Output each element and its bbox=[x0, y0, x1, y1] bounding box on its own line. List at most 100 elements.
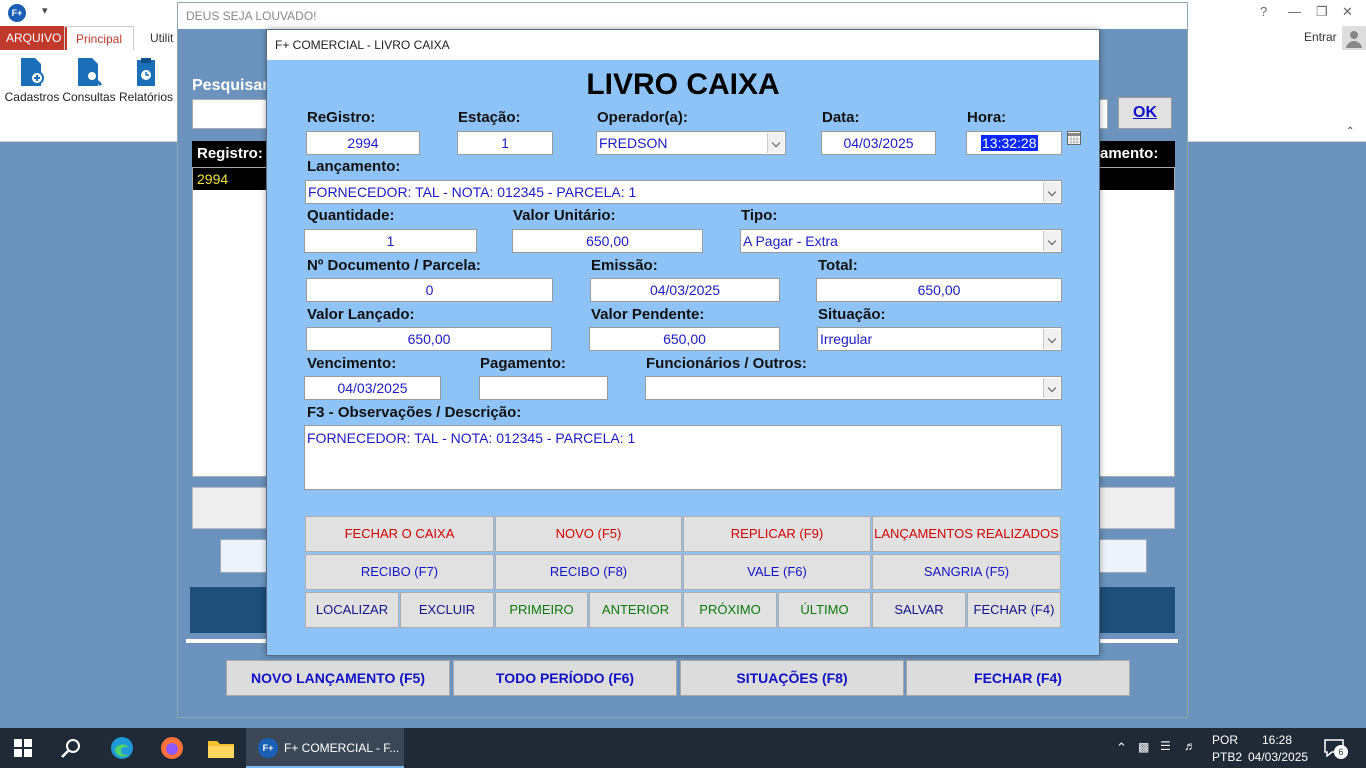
hora-field[interactable]: 13:32:28 bbox=[966, 131, 1062, 155]
data-label: Data: bbox=[822, 109, 860, 126]
chevron-down-icon[interactable] bbox=[1043, 329, 1060, 349]
language-bottom[interactable]: PTB2 bbox=[1212, 750, 1242, 764]
document-add-icon bbox=[21, 58, 44, 86]
pagamento-label: Pagamento: bbox=[480, 355, 566, 372]
valor-pendente-field[interactable]: 650,00 bbox=[589, 327, 780, 351]
tab-arquivo[interactable]: ARQUIVO bbox=[0, 26, 68, 50]
novo-button[interactable]: NOVO (F5) bbox=[495, 516, 682, 552]
localizar-button[interactable]: LOCALIZAR bbox=[305, 592, 399, 628]
valor-lancado-field[interactable]: 650,00 bbox=[306, 327, 552, 351]
data-field[interactable]: 04/03/2025 bbox=[821, 131, 936, 155]
search-icon[interactable] bbox=[60, 737, 82, 764]
file-explorer-icon[interactable] bbox=[208, 738, 234, 763]
consultas-button[interactable]: Consultas bbox=[61, 56, 117, 126]
quantidade-label: Quantidade: bbox=[307, 207, 395, 224]
ok-button[interactable]: OK bbox=[1118, 97, 1172, 129]
row-registro: 2994 bbox=[197, 171, 229, 187]
fechar-bg-button[interactable]: FECHAR (F4) bbox=[906, 660, 1130, 696]
edge-icon[interactable] bbox=[110, 736, 134, 765]
chevron-down-icon[interactable] bbox=[1043, 378, 1060, 398]
calendar-icon[interactable] bbox=[1067, 131, 1081, 145]
document-search-icon bbox=[78, 58, 103, 87]
estacao-field[interactable]: 1 bbox=[457, 131, 553, 155]
tray-chevron-up-icon[interactable]: ⌃ bbox=[1116, 740, 1127, 756]
network-icon[interactable]: ▩ bbox=[1138, 740, 1149, 754]
valor-unitario-field[interactable]: 650,00 bbox=[512, 229, 703, 253]
search-input[interactable] bbox=[192, 99, 272, 129]
valor-unitario-label: Valor Unitário: bbox=[513, 207, 616, 224]
relatorios-button[interactable]: Relatórios bbox=[118, 56, 174, 126]
clock-date[interactable]: 04/03/2025 bbox=[1248, 750, 1308, 764]
minimize-icon[interactable]: — bbox=[1288, 4, 1301, 19]
clock-time[interactable]: 16:28 bbox=[1262, 733, 1292, 747]
volume-icon[interactable]: ♬ bbox=[1184, 739, 1196, 753]
total-field[interactable]: 650,00 bbox=[816, 278, 1062, 302]
quick-access-icon[interactable]: ▾ bbox=[42, 4, 48, 17]
taskbar-app-fcomercial[interactable]: F+ F+ COMERCIAL - F... bbox=[246, 728, 404, 768]
situacao-value: Irregular bbox=[820, 331, 873, 347]
notification-count: 6 bbox=[1334, 745, 1348, 759]
sangria-button[interactable]: SANGRIA (F5) bbox=[872, 554, 1061, 590]
chevron-down-icon[interactable] bbox=[1043, 182, 1060, 202]
documento-field[interactable]: 0 bbox=[306, 278, 553, 302]
valor-lancado-label: Valor Lançado: bbox=[307, 306, 415, 323]
emissao-field[interactable]: 04/03/2025 bbox=[590, 278, 780, 302]
operador-select[interactable]: FREDSON bbox=[596, 131, 786, 155]
taskbar: F+ F+ COMERCIAL - F... ⌃ ▩ ☰ ♬ POR PTB2 … bbox=[0, 728, 1366, 768]
app-logo-icon: F+ bbox=[8, 4, 26, 22]
vale-button[interactable]: VALE (F6) bbox=[683, 554, 871, 590]
recibo-f7-button[interactable]: RECIBO (F7) bbox=[305, 554, 494, 590]
todo-periodo-button[interactable]: TODO PERÍODO (F6) bbox=[453, 660, 677, 696]
lancamento-select[interactable]: FORNECEDOR: TAL - NOTA: 012345 - PARCELA… bbox=[305, 180, 1062, 204]
funcionarios-select[interactable] bbox=[645, 376, 1062, 400]
chevron-down-icon[interactable] bbox=[1043, 231, 1060, 251]
tipo-label: Tipo: bbox=[741, 207, 778, 224]
vencimento-field[interactable]: 04/03/2025 bbox=[304, 376, 441, 400]
situacoes-button[interactable]: SITUAÇÕES (F8) bbox=[680, 660, 904, 696]
recibo-f8-button[interactable]: RECIBO (F8) bbox=[495, 554, 682, 590]
excluir-button[interactable]: EXCLUIR bbox=[400, 592, 494, 628]
primeiro-button[interactable]: PRIMEIRO bbox=[495, 592, 588, 628]
close-icon[interactable]: ✕ bbox=[1342, 4, 1353, 20]
salvar-button[interactable]: SALVAR bbox=[872, 592, 966, 628]
lancamento-value: FORNECEDOR: TAL - NOTA: 012345 - PARCELA… bbox=[308, 184, 637, 200]
avatar[interactable] bbox=[1342, 26, 1366, 50]
language-top[interactable]: POR bbox=[1212, 733, 1238, 747]
windows-start-icon[interactable] bbox=[14, 739, 32, 762]
restore-icon[interactable]: ❐ bbox=[1316, 4, 1328, 20]
anterior-button[interactable]: ANTERIOR bbox=[589, 592, 682, 628]
lancamentos-realizados-button[interactable]: LANÇAMENTOS REALIZADOS bbox=[872, 516, 1061, 552]
fechar-button[interactable]: FECHAR (F4) bbox=[967, 592, 1061, 628]
cadastros-button[interactable]: Cadastros bbox=[4, 56, 60, 126]
replicar-button[interactable]: REPLICAR (F9) bbox=[683, 516, 871, 552]
cadastros-label: Cadastros bbox=[4, 90, 60, 104]
livro-caixa-dialog: F+ COMERCIAL - LIVRO CAIXA LIVRO CAIXA R… bbox=[266, 29, 1100, 656]
signin-link[interactable]: Entrar bbox=[1304, 30, 1337, 44]
pagamento-field[interactable] bbox=[479, 376, 608, 400]
vencimento-label: Vencimento: bbox=[307, 355, 397, 372]
tab-principal[interactable]: Principal bbox=[64, 26, 135, 50]
help-icon[interactable]: ? bbox=[1260, 4, 1267, 19]
chevron-down-icon[interactable] bbox=[767, 133, 784, 153]
emissao-label: Emissão: bbox=[591, 257, 658, 274]
wifi-icon[interactable]: ☰ bbox=[1160, 739, 1171, 753]
quantidade-field[interactable]: 1 bbox=[304, 229, 477, 253]
hora-value: 13:32:28 bbox=[981, 135, 1038, 151]
firefox-icon[interactable] bbox=[160, 736, 184, 765]
tab-utilitarios[interactable]: Utilit bbox=[144, 26, 179, 50]
report-icon bbox=[137, 58, 155, 86]
col-registro[interactable]: Registro: bbox=[197, 145, 263, 162]
collapse-ribbon-icon[interactable]: ⌃ bbox=[1346, 126, 1354, 137]
ultimo-button[interactable]: ÚLTIMO bbox=[778, 592, 871, 628]
proximo-button[interactable]: PRÓXIMO bbox=[683, 592, 777, 628]
fechar-caixa-button[interactable]: FECHAR O CAIXA bbox=[305, 516, 494, 552]
registro-field[interactable]: 2994 bbox=[306, 131, 420, 155]
notification-icon[interactable]: 6 bbox=[1324, 739, 1348, 762]
observacoes-textarea[interactable]: FORNECEDOR: TAL - NOTA: 012345 - PARCELA… bbox=[304, 425, 1062, 490]
operador-value: FREDSON bbox=[599, 135, 668, 151]
tipo-select[interactable]: A Pagar - Extra bbox=[740, 229, 1062, 253]
col-lancamento[interactable]: amento: bbox=[1100, 145, 1158, 162]
search-label: Pesquisar bbox=[192, 77, 269, 94]
novo-lancamento-button[interactable]: NOVO LANÇAMENTO (F5) bbox=[226, 660, 450, 696]
situacao-select[interactable]: Irregular bbox=[817, 327, 1062, 351]
